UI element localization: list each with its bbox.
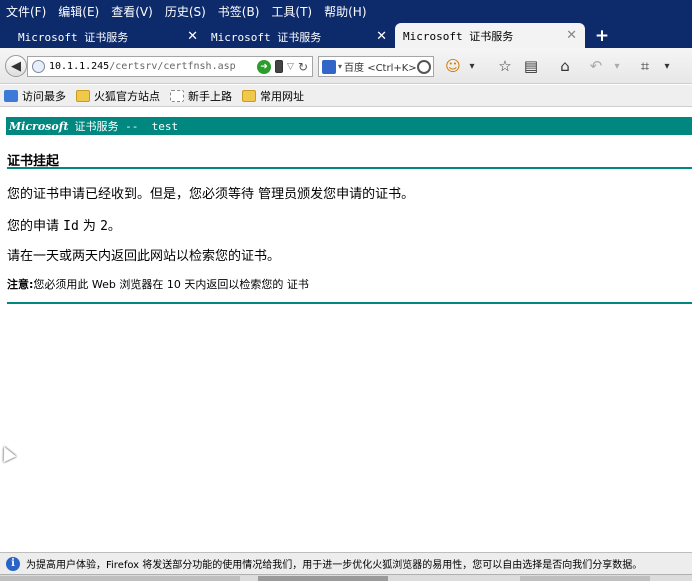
page-content: Microsoft 证书服务 -- test 证书挂起 您的证书申请已经收到。但… xyxy=(0,108,692,552)
bookmark-label: 火狐官方站点 xyxy=(94,89,160,103)
bookmark-firefox-site[interactable]: 火狐官方站点 xyxy=(76,88,160,104)
crop-icon[interactable]: ⌗ xyxy=(636,57,654,75)
tab-bar: Microsoft 证书服务 ✕ Microsoft 证书服务 ✕ Micros… xyxy=(0,23,692,48)
status-segment xyxy=(258,576,388,581)
addon-dropdown-icon[interactable]: ▾ xyxy=(466,57,478,75)
url-bar[interactable]: 10.1.1.245/certsrv/certfnsh.asp ➜ ▽ ↻ xyxy=(27,56,313,77)
url-dropdown-icon[interactable]: ▽ xyxy=(287,62,294,72)
tab-title: Microsoft 证书服务 xyxy=(18,30,129,44)
bookmark-getting-started[interactable]: 新手上路 xyxy=(170,88,232,104)
status-bar xyxy=(0,574,692,581)
url-text[interactable]: 10.1.1.245/certsrv/certfnsh.asp xyxy=(49,61,257,72)
menu-bookmarks[interactable]: 书签(B) xyxy=(218,3,260,20)
menu-file[interactable]: 文件(F) xyxy=(6,3,46,20)
notification-bar: i 为提高用户体验，Firefox 将发送部分功能的使用情况给我们，用于进一步优… xyxy=(0,552,692,574)
request-id-label: Id xyxy=(63,219,79,234)
request-id-value: 2 xyxy=(100,219,108,234)
bookmarks-toolbar: 访问最多 火狐官方站点 新手上路 常用网址 xyxy=(0,85,692,107)
reload-icon[interactable]: ↻ xyxy=(298,60,308,74)
folder-icon xyxy=(242,89,256,102)
paragraph-return: 请在一天或两天内返回此网站以检索您的证书。 xyxy=(7,249,281,264)
tab-title: Microsoft 证书服务 xyxy=(211,30,322,44)
info-icon: i xyxy=(6,556,20,571)
url-path: /certsrv/certfnsh.asp xyxy=(109,61,236,72)
tab-title: Microsoft 证书服务 xyxy=(403,29,514,43)
bookmark-star-icon[interactable]: ☆ xyxy=(496,57,514,75)
back-arrow-icon: ◀ xyxy=(11,58,21,74)
paragraph-request-id: 您的申请 Id 为 2。 xyxy=(7,215,121,234)
note: 注意:您必须用此 Web 浏览器在 10 天内返回以检索您的 证书 xyxy=(7,276,309,292)
banner-brand: Microsoft xyxy=(9,119,69,133)
note-text: 您必须用此 Web 浏览器在 10 天内返回以检索您的 证书 xyxy=(33,278,309,291)
go-icon[interactable]: ➜ xyxy=(257,59,272,74)
menu-history[interactable]: 历史(S) xyxy=(165,3,206,20)
note-label: 注意: xyxy=(7,278,34,291)
tab-1[interactable]: Microsoft 证书服务 ✕ xyxy=(10,25,206,48)
tab-2[interactable]: Microsoft 证书服务 ✕ xyxy=(203,25,395,48)
status-segment xyxy=(0,576,240,581)
status-segment xyxy=(520,576,650,581)
request-id-prefix: 您的申请 xyxy=(7,219,64,234)
baidu-icon[interactable] xyxy=(322,59,336,74)
mobile-icon[interactable] xyxy=(275,60,284,73)
page-banner: Microsoft 证书服务 -- test xyxy=(6,117,692,135)
reading-list-icon[interactable]: ▤ xyxy=(522,57,540,75)
menu-bar: 文件(F) 编辑(E) 查看(V) 历史(S) 书签(B) 工具(T) 帮助(H… xyxy=(0,0,692,22)
undo-icon[interactable]: ↶ xyxy=(588,57,604,75)
footer-divider xyxy=(7,302,692,304)
bookmark-most-visited[interactable]: 访问最多 xyxy=(4,88,66,104)
bookmark-label: 常用网址 xyxy=(260,89,304,103)
page-icon xyxy=(170,89,184,102)
tab-3-active[interactable]: Microsoft 证书服务 ✕ xyxy=(395,23,585,48)
site-identity-icon[interactable] xyxy=(32,60,45,73)
request-id-suffix: 。 xyxy=(107,219,121,234)
search-icon[interactable] xyxy=(417,59,431,74)
url-host: 10.1.1.245 xyxy=(49,61,110,72)
paragraph-received: 您的证书申请已经收到。但是，您必须等待 管理员颁发您申请的证书。 xyxy=(7,187,415,202)
request-id-mid: 为 xyxy=(78,219,101,234)
search-bar[interactable]: ▾ 百度 <Ctrl+K> xyxy=(318,56,434,77)
bookmark-label: 新手上路 xyxy=(188,89,232,103)
mouse-cursor-icon xyxy=(0,443,17,463)
bookmark-label: 访问最多 xyxy=(22,89,66,103)
search-engine-dropdown-icon[interactable]: ▾ xyxy=(338,62,342,71)
banner-subtitle: 证书服务 -- test xyxy=(74,120,179,133)
home-icon[interactable]: ⌂ xyxy=(556,57,574,75)
emoji-addon-icon[interactable]: ☺ xyxy=(444,57,462,75)
menu-help[interactable]: 帮助(H) xyxy=(324,3,366,20)
search-input[interactable]: 百度 <Ctrl+K> xyxy=(344,59,417,74)
back-button[interactable]: ◀ xyxy=(5,55,27,77)
bookmark-icon xyxy=(4,89,18,102)
close-tab-icon[interactable]: ✕ xyxy=(376,29,387,44)
navigation-toolbar: ◀ 10.1.1.245/certsrv/certfnsh.asp ➜ ▽ ↻ … xyxy=(0,48,692,84)
undo-dropdown-icon[interactable]: ▾ xyxy=(612,57,622,75)
folder-icon xyxy=(76,89,90,102)
close-tab-icon[interactable]: ✕ xyxy=(187,29,198,44)
close-tab-icon[interactable]: ✕ xyxy=(566,28,577,43)
crop-dropdown-icon[interactable]: ▾ xyxy=(662,57,672,75)
new-tab-button[interactable]: + xyxy=(592,25,612,47)
title-divider xyxy=(7,167,692,169)
menu-view[interactable]: 查看(V) xyxy=(111,3,153,20)
menu-edit[interactable]: 编辑(E) xyxy=(58,3,99,20)
menu-tools[interactable]: 工具(T) xyxy=(271,3,312,20)
bookmark-common-sites[interactable]: 常用网址 xyxy=(242,88,304,104)
notification-text: 为提高用户体验，Firefox 将发送部分功能的使用情况给我们，用于进一步优化火… xyxy=(26,560,643,571)
